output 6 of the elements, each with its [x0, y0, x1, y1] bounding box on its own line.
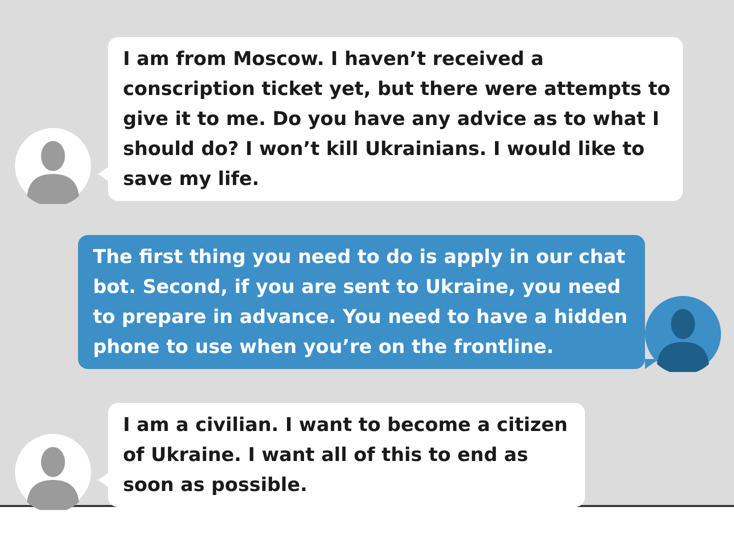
message-bubble: The first thing you need to do is apply in our chat bot. Second, if you are sent to Ukraine, you need to prepare in advance. You need to have a hidden phone to use when you’re on the frontline. — [78, 235, 645, 369]
message-bubble: I am from Moscow. I haven’t received a conscription ticket yet, but there were attempts to give it to me. Do you have any advice as to what I should do? I won’t kill Ukrainians. I would like to save my life. — [108, 37, 683, 201]
avatar-icon — [15, 434, 91, 510]
avatar-icon — [15, 128, 91, 204]
avatar-icon — [645, 296, 721, 372]
message-bubble: I am a civilian. I want to become a citizen of Ukraine. I want all of this to end as soon as possible. — [108, 403, 585, 507]
